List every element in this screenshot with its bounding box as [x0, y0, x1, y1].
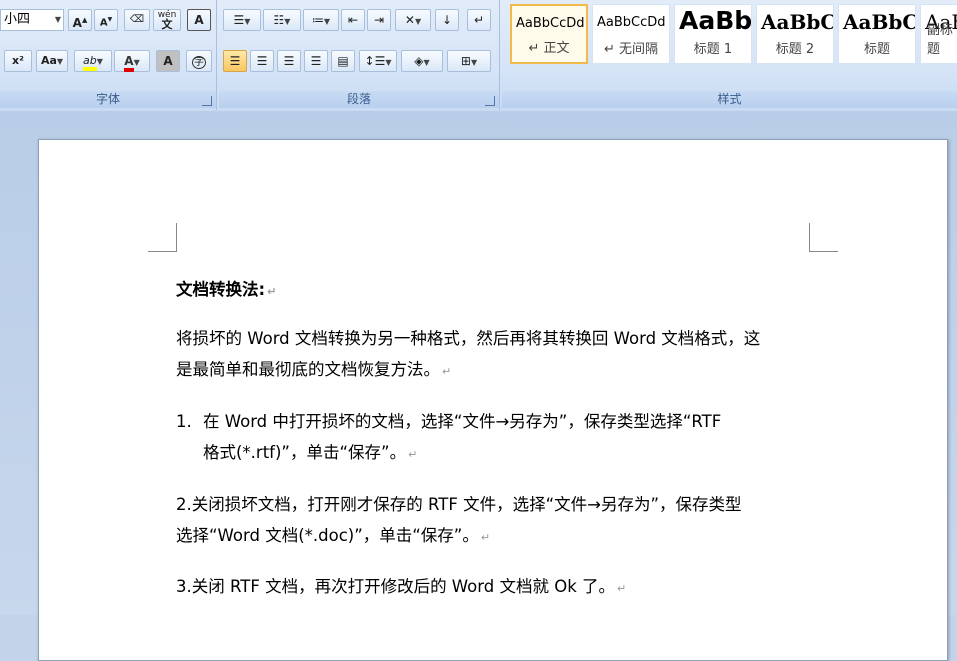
doc-heading: 文档转换法: ↵ — [176, 280, 277, 299]
grow-font-button[interactable]: A▲ — [68, 9, 92, 31]
intro-paragraph: 将损坏的 Word 文档转换为另一种格式，然后再将其转换回 Word 文档格式，… — [176, 323, 816, 387]
align-left-icon: ☰ — [229, 54, 241, 68]
step-2-line-1: 2.关闭损坏文档，打开刚才保存的 RTF 文件，选择“文件→另存为”，保存类型 — [176, 495, 742, 514]
styles-group-title: 样式 — [502, 91, 957, 108]
bullet-list-icon: ☰ — [233, 13, 245, 27]
style-no-spacing[interactable]: AaBbCcDd ↵ 无间隔 — [592, 4, 670, 64]
paragraph-mark: ↵ — [480, 531, 491, 544]
numbered-list-icon: ☷ — [273, 13, 285, 27]
align-center-icon: ☰ — [256, 54, 268, 68]
step-2-line-2: 选择“Word 文档(*.doc)”，单击“保存”。 ↵ — [176, 526, 491, 545]
font-size-dropdown[interactable]: 小四 ▼ — [0, 9, 64, 31]
styles-group: AaBbCcDd ↵ 正文 AaBbCcDd ↵ 无间隔 AaBb 标题 1 A… — [502, 0, 957, 110]
distributed-button[interactable]: ▤ — [331, 50, 355, 72]
step-1-line-1: 在 Word 中打开损坏的文档，选择“文件→另存为”，保存类型选择“RTF — [203, 412, 722, 431]
change-case-button[interactable]: Aa▼ — [36, 50, 68, 72]
eraser-icon: ⌫ — [129, 14, 145, 25]
justify-icon: ☰ — [310, 54, 322, 68]
paragraph-group: ☰▼ ☷▼ ≔▼ ⇤ ⇥ ✕▼ ↓ ↵ ☰ ☰ ☰ ☰ ▤ ↕☰▼ ◈▼ ⊞▼ … — [219, 0, 500, 110]
document-page[interactable]: 文档转换法: ↵ 将损坏的 Word 文档转换为另一种格式，然后再将其转换回 Wo… — [38, 139, 948, 661]
decrease-indent-button[interactable]: ⇤ — [341, 9, 365, 31]
borders-button[interactable]: ⊞▼ — [447, 50, 491, 72]
style-heading-1[interactable]: AaBb 标题 1 — [674, 4, 752, 64]
dialog-launcher-icon[interactable] — [202, 96, 212, 106]
paint-bucket-icon: ◈ — [414, 54, 424, 68]
pilcrow-icon: ↵ — [473, 13, 485, 27]
increase-indent-icon: ⇥ — [373, 13, 385, 27]
paragraph-group-title: 段落 — [219, 91, 499, 108]
paragraph-mark: ↵ — [408, 448, 418, 461]
step-3-paragraph: 3.关闭 RTF 文档，再次打开修改后的 Word 文档就 Ok 了。 ↵ — [176, 577, 627, 596]
shrink-font-button[interactable]: A▼ — [94, 9, 118, 31]
character-shading-button[interactable]: A — [156, 50, 180, 72]
line-spacing-button[interactable]: ↕☰▼ — [359, 50, 397, 72]
font-size-value: 小四 — [4, 12, 31, 27]
phonetic-guide-button[interactable]: wén 文 — [153, 9, 181, 31]
show-marks-button[interactable]: ↵ — [467, 9, 491, 31]
shading-button[interactable]: ◈▼ — [401, 50, 443, 72]
margin-corner-mark — [148, 223, 177, 252]
font-group: 小四 ▼ A▲ A▼ ⌫ wén 文 A x² Aa▼ ab▼ A▼ A 字 字体 — [0, 0, 217, 110]
align-center-button[interactable]: ☰ — [250, 50, 274, 72]
border-grid-icon: ⊞ — [460, 54, 471, 68]
increase-indent-button[interactable]: ⇥ — [367, 9, 391, 31]
intro-line-2: 是最简单和最彻底的文档恢复方法。 ↵ — [176, 360, 452, 379]
paragraph-mark: ↵ — [442, 365, 452, 378]
list-number: 1. — [176, 412, 192, 431]
highlight-button[interactable]: ab▼ — [74, 50, 112, 72]
style-subtitle[interactable]: AaBbC 副标题 — [920, 4, 957, 64]
align-left-button[interactable]: ☰ — [223, 50, 247, 72]
decrease-indent-icon: ⇤ — [347, 13, 359, 27]
sort-icon: ↓ — [441, 13, 453, 27]
step-1-line-2: 格式(*.rtf)”，单击“保存”。 ↵ — [203, 443, 418, 462]
intro-line-1: 将损坏的 Word 文档转换为另一种格式，然后再将其转换回 Word 文档格式，… — [176, 329, 761, 348]
enclose-characters-button[interactable]: 字 — [186, 50, 212, 72]
distributed-icon: ▤ — [337, 54, 349, 68]
dialog-launcher-icon[interactable] — [485, 96, 495, 106]
font-group-title: 字体 — [0, 91, 216, 108]
superscript-button[interactable]: x² — [4, 50, 32, 72]
sort-button[interactable]: ↓ — [435, 9, 459, 31]
clear-format-button[interactable]: ⌫ — [124, 9, 150, 31]
font-color-button[interactable]: A▼ — [114, 50, 150, 72]
margin-corner-mark — [809, 223, 838, 252]
justify-button[interactable]: ☰ — [304, 50, 328, 72]
style-normal[interactable]: AaBbCcDd ↵ 正文 — [510, 4, 588, 64]
style-heading-2[interactable]: AaBbC 标题 2 — [756, 4, 834, 64]
chinese-layout-icon: ✕ — [404, 13, 415, 27]
paragraph-mark: ↵ — [617, 582, 627, 595]
align-right-button[interactable]: ☰ — [277, 50, 301, 72]
paragraph-mark: ↵ — [267, 285, 277, 298]
ribbon: 小四 ▼ A▲ A▼ ⌫ wén 文 A x² Aa▼ ab▼ A▼ A 字 字体… — [0, 0, 957, 112]
line-spacing-icon: ↕☰ — [364, 54, 386, 68]
chinese-layout-button[interactable]: ✕▼ — [395, 9, 431, 31]
step-2-paragraph: 2.关闭损坏文档，打开刚才保存的 RTF 文件，选择“文件→另存为”，保存类型 … — [176, 489, 816, 553]
numbering-button[interactable]: ☷▼ — [263, 9, 301, 31]
character-border-button[interactable]: A — [187, 9, 211, 31]
style-title[interactable]: AaBbC 标题 — [838, 4, 916, 64]
align-right-icon: ☰ — [283, 54, 295, 68]
multilevel-list-icon: ≔ — [311, 13, 324, 27]
step-1-paragraph: 1. 在 Word 中打开损坏的文档，选择“文件→另存为”，保存类型选择“RTF… — [176, 406, 843, 470]
document-area[interactable]: 文档转换法: ↵ 将损坏的 Word 文档转换为另一种格式，然后再将其转换回 Wo… — [0, 111, 957, 661]
bullets-button[interactable]: ☰▼ — [223, 9, 261, 31]
multilevel-list-button[interactable]: ≔▼ — [303, 9, 339, 31]
chevron-down-icon: ▼ — [54, 15, 61, 24]
